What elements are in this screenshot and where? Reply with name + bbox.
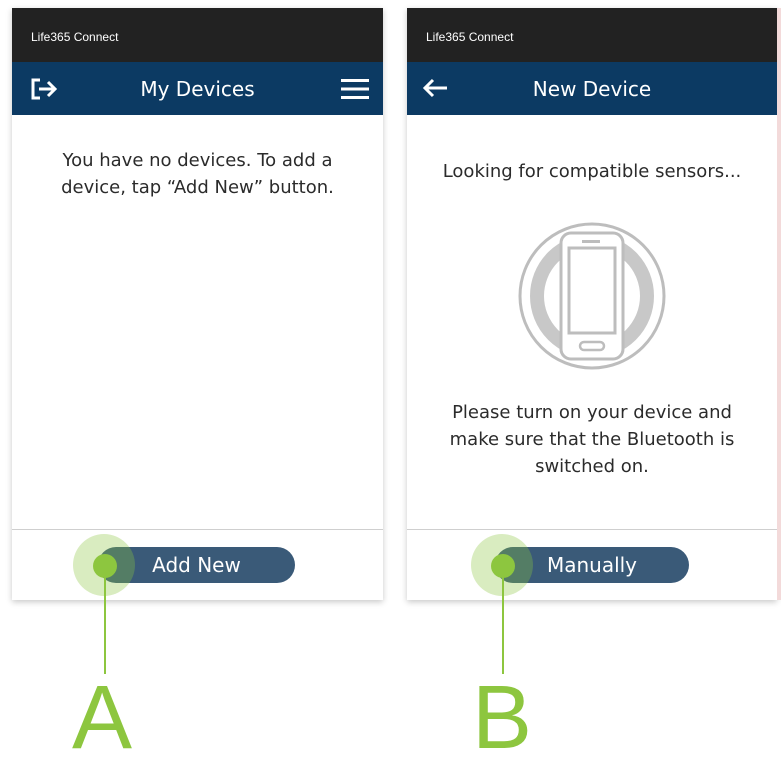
screen-my-devices: Life365 Connect My Devices You have no d… <box>12 8 383 600</box>
nav-bar: My Devices <box>12 62 383 115</box>
page-title: New Device <box>532 77 652 101</box>
status-bar-app-name: Life365 Connect <box>31 30 119 44</box>
phone-search-icon <box>517 221 667 375</box>
callout-line-b <box>502 574 504 674</box>
status-bar: Life365 Connect <box>407 8 777 62</box>
empty-state-message: You have no devices. To add a device, ta… <box>61 150 334 198</box>
divider <box>407 529 777 530</box>
callout-line-a <box>104 574 106 674</box>
add-new-button-label: Add New <box>152 553 241 577</box>
bluetooth-instructions: Please turn on your device and make sure… <box>449 402 735 477</box>
searching-heading: Looking for compatible sensors... <box>442 161 742 182</box>
adjacent-panel-edge <box>777 8 781 600</box>
callout-label-b: B <box>472 668 533 768</box>
hamburger-menu-icon[interactable] <box>340 77 370 105</box>
screen-new-device: Life365 Connect New Device Looking for c… <box>407 8 777 600</box>
page-title: My Devices <box>140 77 255 101</box>
manually-button-label: Manually <box>546 553 638 577</box>
callout-label-a: A <box>72 668 133 768</box>
status-bar-app-name: Life365 Connect <box>426 30 514 44</box>
divider <box>12 529 383 530</box>
status-bar: Life365 Connect <box>12 8 383 62</box>
nav-bar: New Device <box>407 62 777 115</box>
